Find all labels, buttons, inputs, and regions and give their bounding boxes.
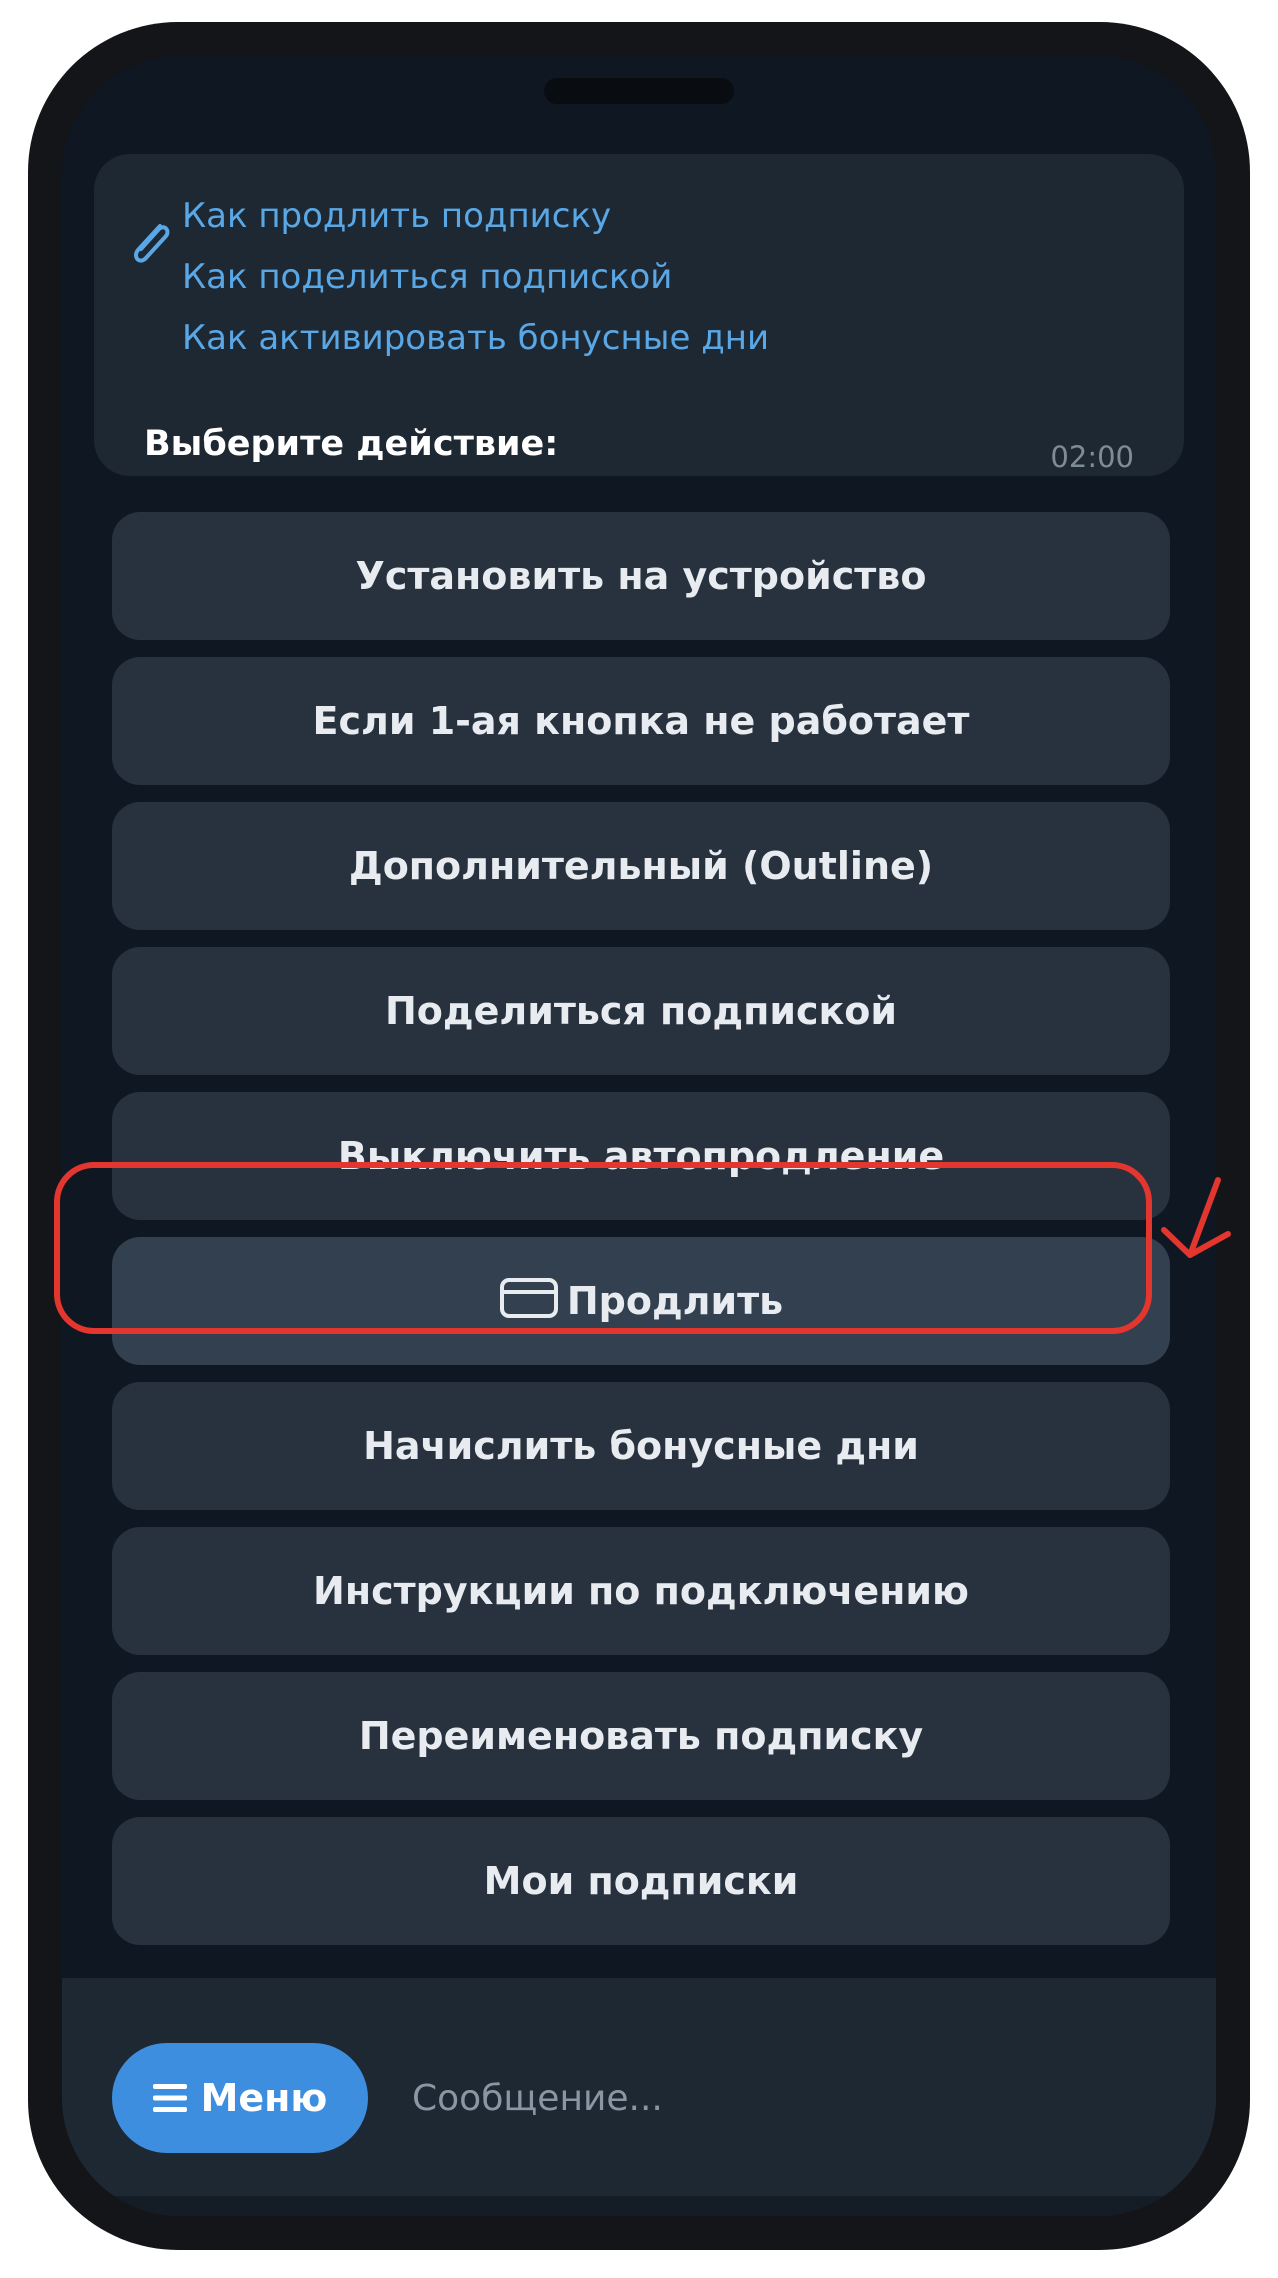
button-label: Переименовать подписку: [358, 1714, 924, 1758]
link-how-to-activate-bonus[interactable]: Как активировать бонусные дни: [182, 318, 769, 358]
bot-message-bubble: Как продлить подписку Как поделиться под…: [94, 154, 1184, 476]
paperclip-icon: [134, 224, 170, 263]
button-label: Установить на устройство: [355, 554, 927, 598]
button-label: Поделиться подпиской: [384, 989, 898, 1033]
my-subscriptions-button[interactable]: Мои подписки: [112, 1817, 1170, 1945]
input-bar-bottom-strip: [62, 2196, 1216, 2216]
disable-autorenew-button[interactable]: Выключить автопродление: [112, 1092, 1170, 1220]
chat-screen: Как продлить подписку Как поделиться под…: [62, 56, 1216, 2216]
button-label: Начислить бонусные дни: [363, 1424, 919, 1468]
menu-button-label: Меню: [200, 2076, 328, 2120]
link-how-to-renew[interactable]: Как продлить подписку: [182, 196, 611, 236]
hamburger-icon: [152, 2084, 187, 2112]
button-label: Инструкции по подключению: [313, 1569, 969, 1613]
renew-button[interactable]: Продлить: [112, 1237, 1170, 1365]
button-label: Дополнительный (Outline): [348, 844, 934, 888]
button-label: Если 1-ая кнопка не работает: [312, 699, 970, 743]
menu-button[interactable]: Меню: [112, 2043, 368, 2153]
install-on-device-button[interactable]: Установить на устройство: [112, 512, 1170, 640]
rename-subscription-button[interactable]: Переименовать подписку: [112, 1672, 1170, 1800]
phone-frame: Как продлить подписку Как поделиться под…: [28, 22, 1250, 2250]
message-input-bar: Меню: [62, 1978, 1216, 2216]
button-label: Мои подписки: [483, 1859, 799, 1903]
share-subscription-button[interactable]: Поделиться подпиской: [112, 947, 1170, 1075]
button-label: Продлить: [566, 1279, 784, 1323]
message-text: Выберите действие:: [144, 424, 559, 464]
link-how-to-share[interactable]: Как поделиться подпиской: [182, 257, 672, 297]
first-button-not-working-button[interactable]: Если 1-ая кнопка не работает: [112, 657, 1170, 785]
credit-card-icon: [499, 1278, 558, 1318]
button-label: Выключить автопродление: [337, 1134, 945, 1178]
additional-outline-button[interactable]: Дополнительный (Outline): [112, 802, 1170, 930]
message-input[interactable]: [412, 2063, 1172, 2133]
add-bonus-days-button[interactable]: Начислить бонусные дни: [112, 1382, 1170, 1510]
connection-instructions-button[interactable]: Инструкции по подключению: [112, 1527, 1170, 1655]
phone-notch: [544, 78, 734, 104]
message-time: 02:00: [1050, 440, 1134, 474]
